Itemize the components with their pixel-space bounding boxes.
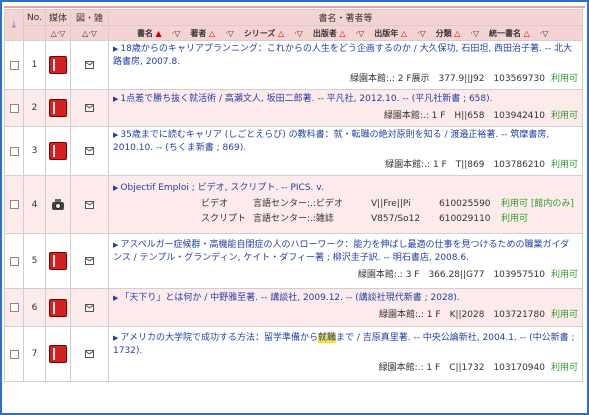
row-number: 6 bbox=[23, 288, 46, 327]
table-row: 1 ▶ 18歳からのキャリアプランニング：これからの人生をどう企画するのか / 大… bbox=[4, 40, 583, 90]
row-number: 5 bbox=[23, 233, 46, 289]
table-row: 7 ▶ アメリカの大学院で成功する方法：留学準備から就職まで / 吉原真里著. -… bbox=[4, 326, 583, 382]
book-icon bbox=[49, 252, 67, 270]
holding-info: 緑園本館:.: 3 F 366.28||G77 103957510 bbox=[357, 270, 545, 280]
row-number: 7 bbox=[23, 326, 46, 382]
row-checkbox[interactable] bbox=[9, 103, 19, 113]
availability-status: 利用可 [館内のみ] bbox=[501, 199, 574, 209]
book-icon bbox=[49, 345, 67, 363]
row-number: 3 bbox=[23, 126, 46, 176]
row-checkbox[interactable] bbox=[9, 303, 19, 312]
expand-triangle-icon[interactable]: ▶ bbox=[113, 131, 118, 139]
figure-sort-controls[interactable]: △·▽ bbox=[70, 25, 109, 41]
record-title-link[interactable]: アメリカの大学院で成功する方法：留学準備から就職まで / 吉原真里著. -- 中… bbox=[113, 333, 575, 356]
expand-triangle-icon[interactable]: ▶ bbox=[113, 95, 118, 103]
envelope-icon[interactable] bbox=[85, 303, 94, 312]
sort-series[interactable]: シリーズ △ ·▽ bbox=[244, 28, 303, 39]
envelope-icon[interactable] bbox=[85, 350, 94, 358]
media-sort-controls[interactable]: △·▽ bbox=[45, 25, 71, 41]
results-frame: ↓ No. 媒体 図・雑 書名・著者等 △·▽ △·▽ 書名 ▲ ·▽ 著者 △ ·… bbox=[0, 0, 589, 415]
availability-status: 利用可 bbox=[550, 74, 578, 84]
figure-col-header: 図・雑 bbox=[70, 9, 109, 26]
results-table: ↓ No. 媒体 図・雑 書名・著者等 △·▽ △·▽ 書名 ▲ ·▽ 著者 △ ·… bbox=[4, 9, 583, 382]
record-title-link[interactable]: 1点差で勝ち抜く就活術 / 高瀬文人, 坂田二郎著. -- 平凡社, 2012.… bbox=[120, 94, 492, 104]
volume-holding: ビデオ 言語センター:.:ビデオ V||Fre||Pi 610025590 利用… bbox=[201, 199, 574, 209]
sort-author[interactable]: 著者 △ ·▽ bbox=[190, 28, 233, 39]
table-row: 4 ▶ Objectif Emploi ; ビデオ, スクリプト. -- PICS… bbox=[4, 175, 583, 234]
envelope-icon[interactable] bbox=[85, 200, 94, 209]
header-row: ↓ No. 媒体 図・雑 書名・著者等 bbox=[4, 9, 583, 41]
envelope-icon[interactable] bbox=[85, 61, 94, 69]
book-icon bbox=[49, 298, 67, 317]
envelope-icon[interactable] bbox=[85, 257, 94, 265]
header-rule bbox=[4, 6, 585, 8]
envelope-icon[interactable] bbox=[85, 104, 94, 112]
book-icon bbox=[49, 56, 67, 74]
sort-row: △·▽ △·▽ 書名 ▲ ·▽ 著者 △ ·▽ シリーズ △ ·▽ 出版者 △ ·▽ 出… bbox=[5, 25, 583, 41]
camera-icon bbox=[50, 198, 66, 212]
table-row: 6 ▶ 「天下り」とは何か / 中野雅至著. -- 講談社, 2009.12. -… bbox=[4, 288, 583, 327]
holding-info: 緑園本館:.: 1 F T||869 103786210 bbox=[385, 160, 545, 170]
sort-class[interactable]: 分類 △ ·▽ bbox=[436, 28, 479, 39]
table-row: 3 ▶ 35歳までに読むキャリア (しごとえらび) の教科書：就・転職の絶対原則を… bbox=[4, 126, 583, 176]
availability-status: 利用可 bbox=[550, 160, 578, 170]
availability-status: 利用可 bbox=[550, 270, 578, 280]
holding-info: 緑園本館:.: 2 F展示 377.9||J92 103569730 bbox=[349, 74, 545, 84]
holding-info: 緑園本館:.: 1 F H||658 103942410 bbox=[383, 110, 545, 121]
expand-triangle-icon[interactable]: ▶ bbox=[113, 334, 118, 342]
availability-status: 利用可 bbox=[550, 363, 578, 373]
row-number: 1 bbox=[23, 40, 46, 90]
title-sort-bar: 書名 ▲ ·▽ 著者 △ ·▽ シリーズ △ ·▽ 出版者 △ ·▽ 出版年 △ ·▽ 分… bbox=[109, 28, 582, 39]
row-number: 2 bbox=[23, 89, 46, 127]
expand-triangle-icon[interactable]: ▶ bbox=[113, 184, 118, 192]
table-row: 5 ▶ アスペルガー症候群・高機能自閉症の人のハローワーク：能力を伸ばし最適の仕事… bbox=[4, 233, 583, 289]
media-col-header: 媒体 bbox=[45, 9, 71, 26]
row-checkbox[interactable] bbox=[9, 60, 19, 70]
sort-publisher[interactable]: 出版者 △ ·▽ bbox=[313, 28, 364, 39]
record-title-link[interactable]: 18歳からのキャリアプランニング：これからの人生をどう企画するのか / 大久保功… bbox=[113, 44, 572, 67]
row-checkbox[interactable] bbox=[9, 146, 19, 156]
expand-triangle-icon[interactable]: ▶ bbox=[113, 45, 118, 53]
search-term-highlight: 就職 bbox=[317, 333, 336, 343]
record-title-link[interactable]: アスペルガー症候群・高機能自閉症の人のハローワーク：能力を伸ばし最適の仕事を見つ… bbox=[113, 240, 569, 263]
sort-year[interactable]: 出版年 △ ·▽ bbox=[374, 28, 425, 39]
record-title-link[interactable]: Objectif Emploi ; ビデオ, スクリプト. -- PICS. v… bbox=[120, 183, 323, 193]
holding-info: 緑園本館:.: 1 F K||2028 103721780 bbox=[379, 310, 545, 320]
record-title-link[interactable]: 35歳までに読むキャリア (しごとえらび) の教科書：就・転職の絶対原則を知る … bbox=[113, 130, 549, 153]
expand-triangle-icon[interactable]: ▶ bbox=[113, 241, 118, 249]
envelope-icon[interactable] bbox=[85, 147, 94, 155]
availability-status: 利用可 bbox=[550, 310, 578, 320]
arrow-down-icon: ↓ bbox=[9, 19, 19, 31]
row-checkbox[interactable] bbox=[9, 256, 19, 266]
select-col-header: ↓ bbox=[4, 9, 24, 41]
book-icon bbox=[49, 99, 67, 117]
volume-holding: スクリプト 言語センター:.:雑誌 V857/So12 610029110 利用… bbox=[201, 214, 529, 224]
record-title-link[interactable]: 「天下り」とは何か / 中野雅至著. -- 講談社, 2009.12. -- (… bbox=[120, 293, 459, 303]
row-checkbox[interactable] bbox=[9, 200, 19, 209]
no-col-header: No. bbox=[23, 9, 46, 26]
book-icon bbox=[49, 142, 67, 160]
expand-triangle-icon[interactable]: ▶ bbox=[113, 294, 118, 302]
sort-uniform[interactable]: 統一書名 △ ·▽ bbox=[489, 28, 548, 39]
title-author-col-header: 書名・著者等 bbox=[108, 9, 583, 26]
holding-info: 緑園本館:.: 1 F C||1732 103170940 bbox=[378, 363, 545, 373]
sort-title[interactable]: 書名 ▲ ·▽ bbox=[137, 28, 180, 39]
availability-status: 利用可 bbox=[501, 214, 529, 224]
row-number: 4 bbox=[23, 175, 46, 234]
table-row: 2 ▶ 1点差で勝ち抜く就活術 / 高瀬文人, 坂田二郎著. -- 平凡社, 20… bbox=[4, 89, 583, 127]
row-checkbox[interactable] bbox=[9, 349, 19, 359]
availability-status: 利用可 bbox=[550, 110, 578, 121]
